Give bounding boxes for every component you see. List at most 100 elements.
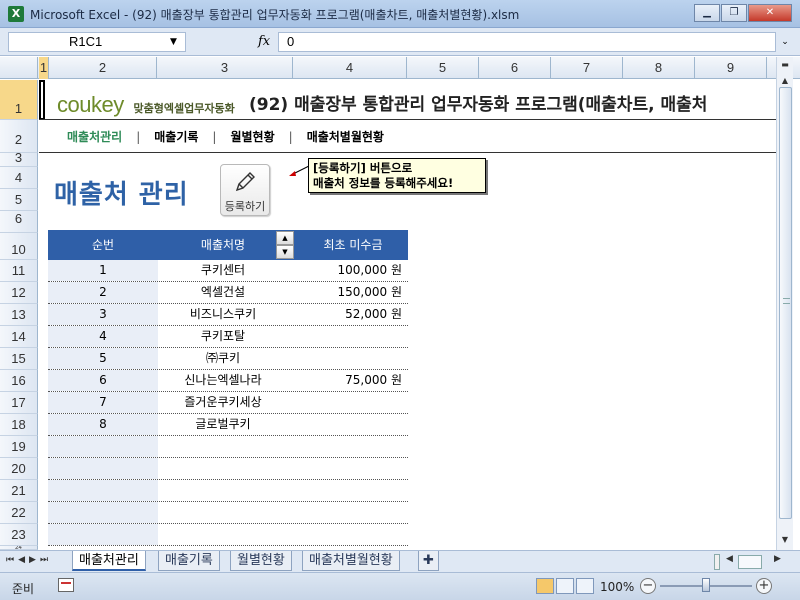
cell-no[interactable]: 4 — [48, 326, 158, 347]
row-header[interactable]: 3 — [0, 151, 38, 167]
table-row[interactable] — [48, 480, 408, 502]
table-row[interactable] — [48, 524, 408, 546]
nav-monthly-status[interactable]: 월별현황 — [230, 128, 274, 145]
cell-name[interactable]: 쿠키센터 — [158, 260, 288, 281]
cell-amount[interactable]: 75,000 원 — [288, 370, 404, 391]
table-row[interactable]: 3 비즈니스쿠키 52,000 원 — [48, 304, 408, 326]
formula-input[interactable]: 0 — [278, 32, 776, 52]
row-header[interactable]: 18 — [0, 414, 38, 436]
cell-name[interactable]: ㈜쿠키 — [158, 348, 288, 369]
nav-sales-records[interactable]: 매출기록 — [154, 128, 198, 145]
cell-no[interactable] — [48, 480, 158, 501]
row-header[interactable]: 6 — [0, 211, 38, 233]
row-header[interactable]: 20 — [0, 458, 38, 480]
row-header[interactable]: 22 — [0, 502, 38, 524]
column-header[interactable]: 2 — [49, 57, 157, 79]
cell-no[interactable] — [48, 502, 158, 523]
row-header[interactable]: 15 — [0, 348, 38, 370]
scroll-left-icon[interactable]: ◀ — [726, 554, 733, 564]
excel-icon[interactable]: X — [8, 6, 24, 22]
cell-no[interactable]: 6 — [48, 370, 158, 391]
column-header[interactable]: 4 — [293, 57, 407, 79]
row-header[interactable]: 21 — [0, 480, 38, 502]
split-handle[interactable]: ▬ — [777, 57, 793, 73]
tab-nav-arrows[interactable]: ⏮◀▶⏭ — [6, 555, 52, 565]
active-cell[interactable] — [39, 80, 45, 120]
row-header[interactable]: 1 — [0, 80, 38, 120]
column-header[interactable]: 1 — [39, 57, 49, 79]
insert-function-icon[interactable]: fx — [258, 34, 270, 49]
table-row[interactable]: 7 즐거운쿠키세상 — [48, 392, 408, 414]
row-header[interactable]: 5 — [0, 189, 38, 211]
row-header[interactable]: 17 — [0, 392, 38, 414]
cell-amount[interactable] — [288, 392, 404, 413]
table-row[interactable]: 2 엑셀건설 150,000 원 — [48, 282, 408, 304]
new-sheet-icon[interactable]: ✚ — [418, 551, 439, 571]
cell-name[interactable]: 엑셀건설 — [158, 282, 288, 303]
cell-no[interactable] — [48, 524, 158, 545]
select-all-corner[interactable] — [0, 57, 38, 79]
page-layout-icon[interactable] — [556, 578, 574, 594]
scroll-thumb[interactable] — [738, 555, 762, 569]
table-row[interactable]: 8 글로벌쿠키 — [48, 414, 408, 436]
tab-customer-monthly[interactable]: 매출처별월현황 — [302, 551, 400, 571]
zoom-in-icon[interactable]: + — [756, 578, 772, 594]
cell-no[interactable]: 8 — [48, 414, 158, 435]
row-header[interactable]: 16 — [0, 370, 38, 392]
chevron-down-icon[interactable]: ▼ — [170, 32, 177, 52]
row-header[interactable]: 23 — [0, 524, 38, 546]
zoom-slider-thumb[interactable] — [702, 578, 710, 592]
table-row[interactable]: 5 ㈜쿠키 — [48, 348, 408, 370]
vertical-scrollbar[interactable]: ▬ ▲ ▼ — [776, 57, 793, 550]
cell-amount[interactable] — [288, 458, 404, 479]
horizontal-scrollbar[interactable]: ◀ ▶ — [714, 554, 794, 570]
scroll-down-icon[interactable]: ▼ — [777, 532, 793, 548]
cell-amount[interactable] — [288, 436, 404, 457]
cell-name[interactable] — [158, 436, 288, 457]
cell-no[interactable] — [48, 436, 158, 457]
row-header[interactable]: 13 — [0, 304, 38, 326]
cell-name[interactable] — [158, 458, 288, 479]
cell-amount[interactable]: 100,000 원 — [288, 260, 404, 281]
cell-no[interactable]: 7 — [48, 392, 158, 413]
cell-name[interactable] — [158, 524, 288, 545]
row-header[interactable]: 14 — [0, 326, 38, 348]
cell-no[interactable]: 2 — [48, 282, 158, 303]
table-row[interactable]: 6 신나는엑셀나라 75,000 원 — [48, 370, 408, 392]
tab-sales-records[interactable]: 매출기록 — [158, 551, 220, 571]
cell-no[interactable] — [48, 458, 158, 479]
table-row[interactable] — [48, 502, 408, 524]
cell-amount[interactable] — [288, 524, 404, 545]
spin-up-icon[interactable]: ▲ — [276, 231, 294, 245]
name-box[interactable]: R1C1 — [8, 32, 186, 52]
scroll-right-icon[interactable]: ▶ — [774, 554, 781, 564]
expand-formula-icon[interactable]: ⌄ — [778, 32, 792, 52]
row-header[interactable]: 10 — [0, 233, 38, 260]
table-row[interactable]: 4 쿠키포탈 — [48, 326, 408, 348]
nav-customers[interactable]: 매출처관리 — [67, 128, 122, 145]
cell-name[interactable] — [158, 480, 288, 501]
split-handle[interactable] — [714, 554, 720, 570]
table-row[interactable] — [48, 436, 408, 458]
close-icon[interactable]: ✕ — [748, 4, 792, 22]
table-row[interactable]: 1 쿠키센터 100,000 원 — [48, 260, 408, 282]
cell-no[interactable]: 3 — [48, 304, 158, 325]
sort-spinner[interactable]: ▲ ▼ — [276, 231, 294, 259]
cell-name[interactable]: 신나는엑셀나라 — [158, 370, 288, 391]
normal-view-icon[interactable] — [536, 578, 554, 594]
column-header[interactable]: 7 — [551, 57, 623, 79]
worksheet[interactable]: coukey 맞춤형엑셀업무자동화 (92) 매출장부 통합관리 업무자동화 프… — [39, 80, 776, 550]
cell-name[interactable]: 쿠키포탈 — [158, 326, 288, 347]
cell-amount[interactable] — [288, 348, 404, 369]
cell-name[interactable]: 즐거운쿠키세상 — [158, 392, 288, 413]
cell-amount[interactable] — [288, 480, 404, 501]
tab-monthly-status[interactable]: 월별현황 — [230, 551, 292, 571]
minimize-icon[interactable]: ▁ — [694, 4, 720, 22]
cell-name[interactable]: 글로벌쿠키 — [158, 414, 288, 435]
cell-amount[interactable] — [288, 414, 404, 435]
row-header[interactable]: 2 — [0, 120, 38, 153]
page-break-icon[interactable] — [576, 578, 594, 594]
macro-record-icon[interactable] — [58, 578, 74, 592]
cell-amount[interactable]: 52,000 원 — [288, 304, 404, 325]
column-header[interactable]: 5 — [407, 57, 479, 79]
